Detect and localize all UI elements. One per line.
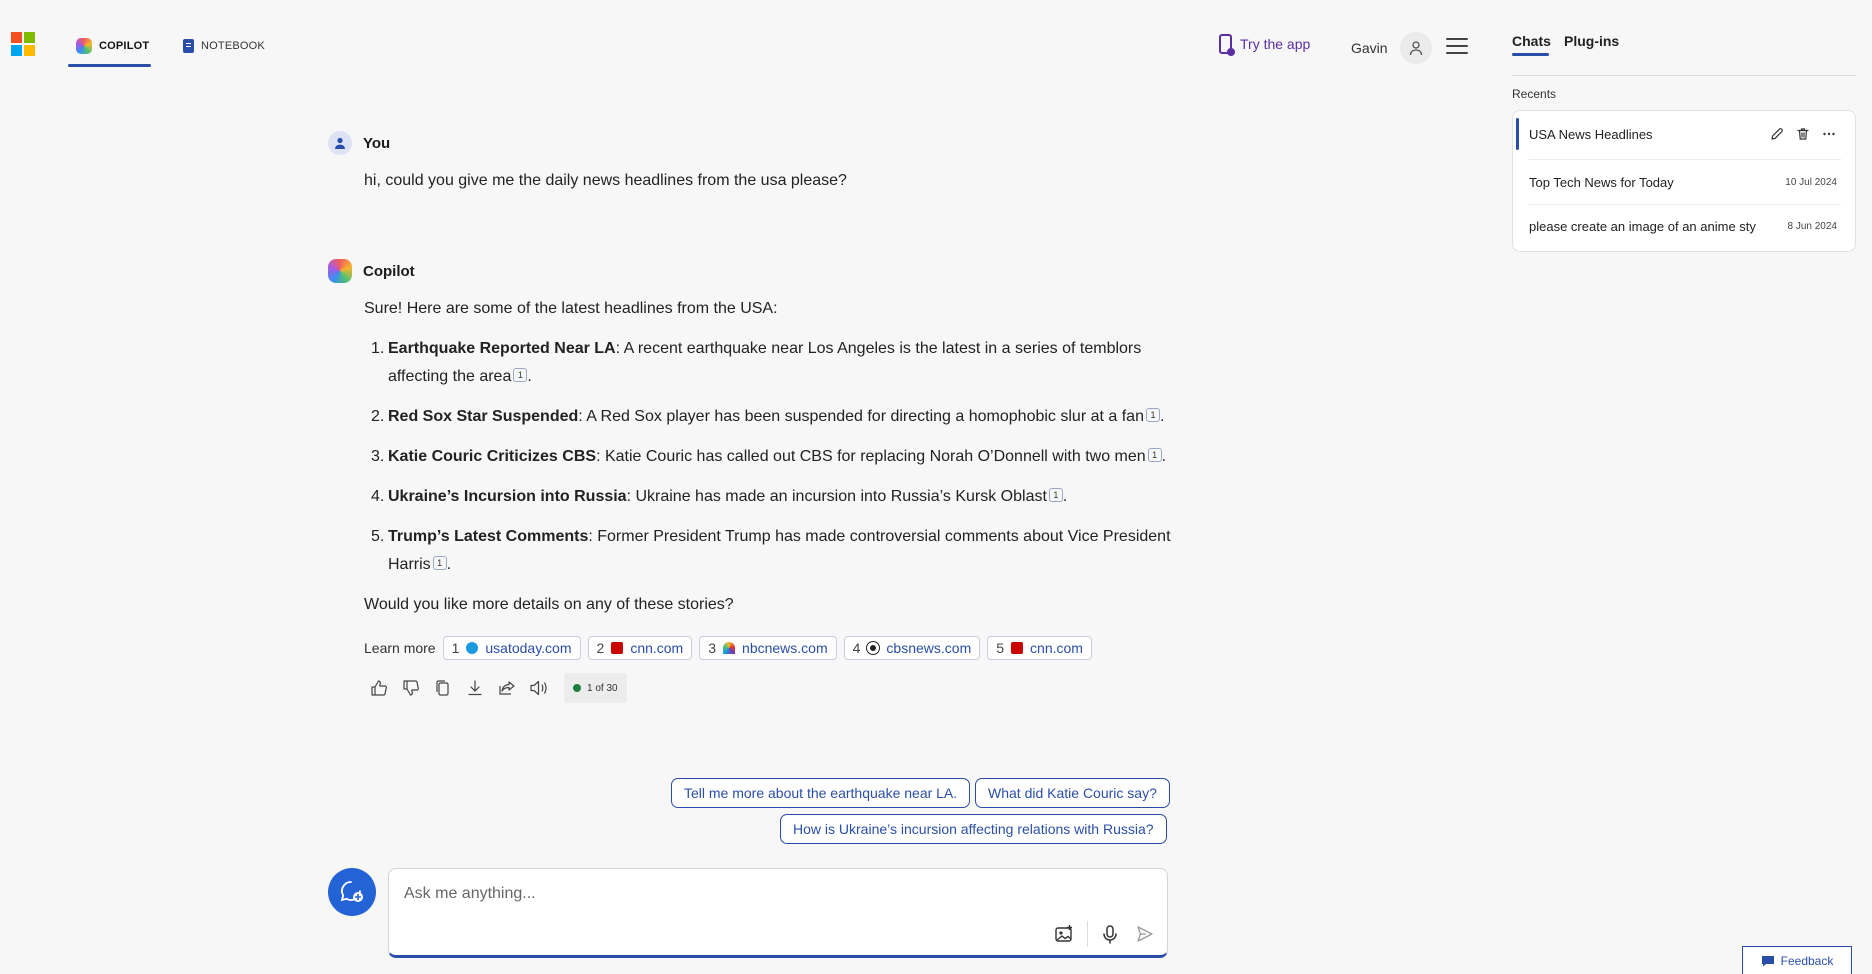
recent-item-actions [1769, 126, 1837, 142]
headline-title: Ukraine’s Incursion into Russia [388, 488, 627, 505]
copilot-avatar-icon [328, 259, 352, 283]
share-icon[interactable] [496, 677, 518, 699]
microsoft-logo-icon[interactable] [11, 32, 35, 56]
microphone-icon[interactable] [1099, 923, 1121, 945]
learn-more-label: Learn more [364, 640, 436, 656]
notebook-icon [183, 39, 194, 53]
feedback-chat-icon [1761, 955, 1774, 966]
cnn-favicon-icon [611, 642, 624, 654]
list-item: 2. Red Sox Star Suspended: A Red Sox play… [371, 408, 1165, 425]
send-icon[interactable] [1134, 923, 1156, 945]
source-link-usatoday[interactable]: 1 usatoday.com [442, 636, 581, 660]
learn-more-row: Learn more 1 usatoday.com 2 cnn.com 3 nb… [364, 636, 1092, 660]
copilot-message-header: Copilot [328, 259, 415, 283]
user-avatar-icon [328, 131, 352, 155]
try-the-app-button[interactable]: Try the app [1219, 34, 1311, 56]
edit-pencil-icon[interactable] [1769, 126, 1785, 142]
recent-chat-usa-news[interactable]: USA News Headlines [1513, 112, 1855, 156]
recents-list: USA News Headlines Top Tech News for Tod… [1512, 110, 1856, 252]
new-topic-button[interactable] [328, 868, 376, 916]
recent-chat-anime-image[interactable]: please create an image of an anime sty 8… [1513, 204, 1855, 248]
user-message-text: hi, could you give me the daily news hea… [364, 172, 847, 189]
response-count-badge: 1 of 30 [564, 673, 627, 703]
copy-icon[interactable] [432, 677, 454, 699]
sidebar-divider [1512, 75, 1856, 76]
tab-chats[interactable]: Chats [1512, 33, 1551, 49]
tab-copilot-label: COPILOT [99, 40, 150, 52]
more-options-icon[interactable] [1821, 126, 1837, 142]
user-name: Gavin [1351, 40, 1388, 56]
ask-input[interactable] [404, 881, 1144, 907]
list-item: 1. Earthquake Reported Near LA: A recent … [371, 340, 1142, 385]
cnn-favicon-icon [1011, 642, 1024, 654]
citation-badge[interactable]: 1 [513, 368, 528, 382]
user-message-header: You [328, 131, 390, 155]
copilot-name-label: Copilot [363, 262, 415, 280]
headline-title: Red Sox Star Suspended [388, 408, 579, 425]
active-tab-indicator [68, 64, 151, 67]
thumbs-up-icon[interactable] [368, 677, 390, 699]
download-icon[interactable] [464, 677, 486, 699]
tab-notebook-label: NOTEBOOK [201, 40, 265, 52]
thumbs-down-icon[interactable] [400, 677, 422, 699]
try-the-app-label: Try the app [1240, 36, 1311, 52]
copilot-logo-icon [76, 38, 92, 54]
copilot-outro-text: Would you like more details on any of th… [364, 596, 734, 613]
status-dot-icon [573, 684, 581, 692]
list-item: 3. Katie Couric Criticizes CBS: Katie Cou… [371, 448, 1167, 465]
read-aloud-icon[interactable] [528, 677, 550, 699]
tab-copilot[interactable]: COPILOT [76, 36, 149, 56]
source-link-nbcnews[interactable]: 3 nbcnews.com [699, 636, 837, 660]
image-upload-icon[interactable] [1053, 923, 1075, 945]
menu-icon[interactable] [1446, 38, 1468, 54]
citation-badge[interactable]: 1 [432, 556, 447, 570]
list-item: 5. Trump’s Latest Comments: Former Presid… [371, 528, 1171, 573]
nbc-peacock-favicon-icon [723, 642, 736, 654]
source-link-cnn-2[interactable]: 5 cnn.com [987, 636, 1092, 660]
headline-title: Trump’s Latest Comments [388, 528, 589, 545]
headline-text: : A Red Sox player has been suspended fo… [578, 408, 1144, 425]
tab-notebook[interactable]: NOTEBOOK [183, 36, 265, 56]
composer-divider [1087, 921, 1088, 947]
recents-heading: Recents [1512, 87, 1557, 101]
recent-chat-tech-news[interactable]: Top Tech News for Today 10 Jul 2024 [1513, 160, 1855, 204]
suggestion-earthquake[interactable]: Tell me more about the earthquake near L… [671, 778, 971, 808]
citation-badge[interactable]: 1 [1147, 448, 1162, 462]
headline-list: 1. Earthquake Reported Near LA: A recent … [364, 335, 1184, 591]
headline-text: : Katie Couric has called out CBS for re… [596, 448, 1146, 465]
composer [388, 868, 1168, 958]
cbs-eye-favicon-icon [867, 642, 880, 654]
headline-title: Earthquake Reported Near LA [388, 340, 616, 357]
headline-text: : Ukraine has made an incursion into Rus… [626, 488, 1047, 505]
suggestion-katie-couric[interactable]: What did Katie Couric say? [975, 778, 1170, 808]
usatoday-favicon-icon [466, 642, 479, 654]
user-profile-button[interactable]: Gavin [1351, 32, 1432, 64]
citation-badge[interactable]: 1 [1048, 488, 1063, 502]
phone-icon [1219, 34, 1235, 56]
response-actions: 1 of 30 [368, 673, 627, 703]
person-icon [1409, 41, 1422, 56]
delete-trash-icon[interactable] [1795, 126, 1811, 142]
source-link-cbsnews[interactable]: 4 cbsnews.com [843, 636, 981, 660]
chats-tab-indicator [1512, 53, 1549, 56]
tab-plugins[interactable]: Plug-ins [1564, 33, 1619, 49]
citation-badge[interactable]: 1 [1145, 408, 1160, 422]
source-link-cnn[interactable]: 2 cnn.com [587, 636, 693, 660]
list-item: 4. Ukraine’s Incursion into Russia: Ukrai… [371, 488, 1068, 505]
suggestion-ukraine[interactable]: How is Ukraine’s incursion affecting rel… [780, 814, 1167, 844]
avatar [1399, 32, 1432, 64]
headline-title: Katie Couric Criticizes CBS [388, 448, 597, 465]
feedback-button[interactable]: Feedback [1742, 946, 1852, 974]
new-chat-icon [340, 881, 363, 902]
copilot-intro-text: Sure! Here are some of the latest headli… [364, 300, 778, 317]
recent-date: 10 Jul 2024 [1785, 176, 1837, 188]
user-name-label: You [363, 134, 391, 152]
recent-date: 8 Jun 2024 [1787, 220, 1838, 232]
